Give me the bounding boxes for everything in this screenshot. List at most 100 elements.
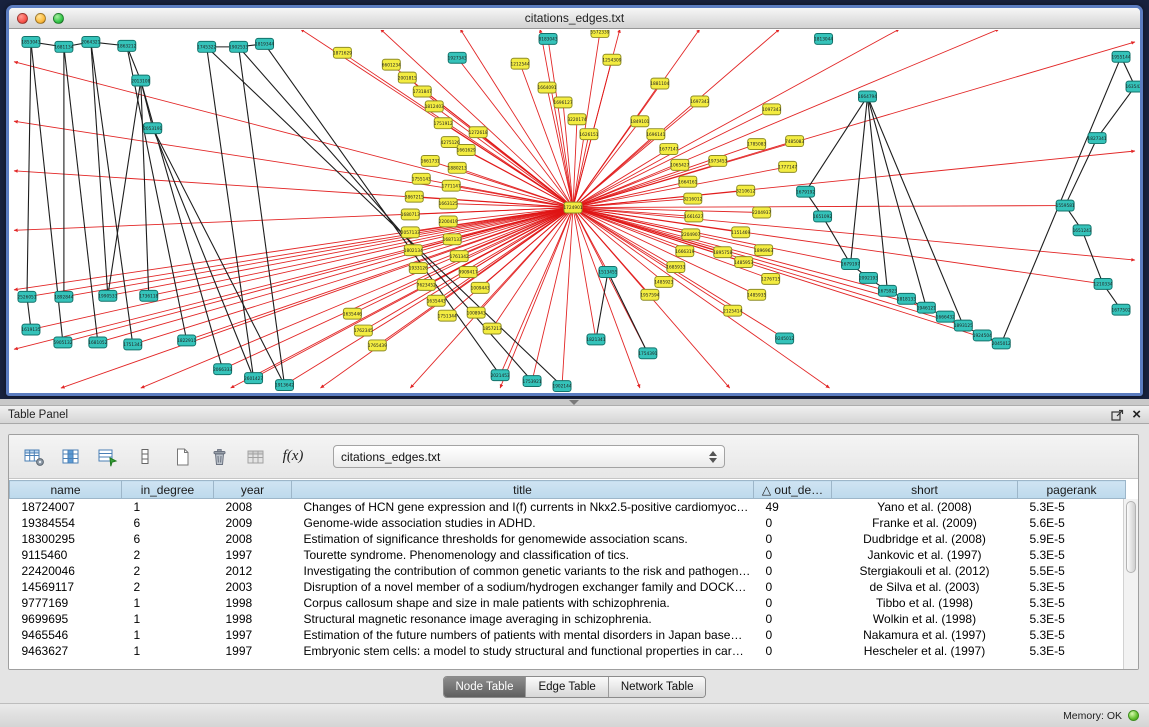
tab-node-table[interactable]: Node Table bbox=[444, 677, 526, 697]
graph-node[interactable]: 1065427 bbox=[670, 159, 689, 170]
graph-node[interactable]: 1619135 bbox=[21, 324, 40, 335]
table-row[interactable]: 2242004622012Investigating the contribut… bbox=[10, 563, 1126, 579]
graph-node[interactable]: 1771147 bbox=[442, 180, 461, 191]
graph-node[interactable]: 3210612 bbox=[736, 185, 755, 196]
close-window-icon[interactable] bbox=[17, 13, 28, 24]
single-column-icon[interactable] bbox=[132, 444, 158, 470]
table-row[interactable]: 946554611997Estimation of the future num… bbox=[10, 627, 1126, 643]
column-header[interactable]: short bbox=[832, 481, 1018, 499]
graph-node[interactable]: 1254309 bbox=[602, 54, 621, 65]
graph-node[interactable]: 2204907 bbox=[681, 229, 700, 240]
graph-node[interactable]: 1626151 bbox=[579, 129, 598, 140]
graph-node[interactable]: 1973453 bbox=[708, 155, 727, 166]
graph-node[interactable]: 1677502 bbox=[1112, 304, 1131, 315]
graph-node[interactable]: 1651092 bbox=[813, 211, 832, 222]
table-row[interactable]: 977716911998Corpus callosum shape and si… bbox=[10, 595, 1126, 611]
graph-node[interactable]: 1685933 bbox=[666, 262, 685, 273]
close-panel-icon[interactable]: × bbox=[1132, 409, 1141, 421]
graph-node[interactable]: 1680713 bbox=[401, 209, 420, 220]
graph-node[interactable]: 1955144 bbox=[1112, 51, 1131, 62]
graph-node[interactable]: 1666432 bbox=[936, 311, 955, 322]
graph-node[interactable]: 1990533 bbox=[98, 290, 117, 301]
graph-node[interactable]: 1755143 bbox=[412, 173, 431, 184]
graph-node[interactable]: 1927343 bbox=[448, 52, 467, 63]
graph-node[interactable]: 1485953 bbox=[734, 257, 753, 268]
graph-node[interactable]: 1661731 bbox=[421, 155, 440, 166]
graph-node[interactable]: 1863212 bbox=[117, 40, 136, 51]
graph-node[interactable]: 1853043 bbox=[21, 36, 40, 47]
graph-node[interactable]: 1635443 bbox=[427, 295, 446, 306]
graph-node[interactable]: 2064321 bbox=[81, 36, 100, 47]
float-panel-icon[interactable] bbox=[1111, 409, 1124, 421]
function-builder-icon[interactable]: f(x) bbox=[280, 444, 306, 470]
graph-node[interactable]: 1762345 bbox=[354, 325, 373, 336]
graph-node[interactable]: 1895758 bbox=[713, 247, 732, 258]
table-row[interactable]: 969969511998Structural magnetic resonanc… bbox=[10, 611, 1126, 627]
column-header[interactable]: year bbox=[214, 481, 292, 499]
graph-node[interactable]: 1754391 bbox=[638, 348, 657, 359]
graph-node[interactable]: 1857213 bbox=[483, 323, 502, 334]
column-header[interactable]: name bbox=[10, 481, 122, 499]
graph-node[interactable]: 1880213 bbox=[448, 162, 467, 173]
graph-node[interactable]: 3220174 bbox=[567, 114, 586, 125]
graph-node[interactable]: 2125414 bbox=[723, 305, 742, 316]
graph-node[interactable]: 2092193 bbox=[859, 272, 878, 283]
zoom-window-icon[interactable] bbox=[53, 13, 64, 24]
graph-node[interactable]: 1485935 bbox=[747, 289, 766, 300]
graph-node[interactable]: 1827341 bbox=[1088, 133, 1107, 144]
graph-node[interactable]: 2200419 bbox=[439, 216, 458, 227]
graph-node[interactable]: 1785083 bbox=[747, 139, 766, 150]
table-disabled-icon[interactable] bbox=[243, 444, 269, 470]
graph-node[interactable]: 1821341 bbox=[586, 334, 605, 345]
graph-node[interactable]: 1881104 bbox=[650, 78, 669, 89]
graph-node[interactable]: 2066333 bbox=[213, 364, 232, 375]
graph-node[interactable]: 1697343 bbox=[690, 96, 709, 107]
column-header[interactable]: title bbox=[292, 481, 754, 499]
graph-node[interactable]: 1761342 bbox=[450, 251, 469, 262]
graph-node[interactable]: 1892844 bbox=[54, 291, 73, 302]
graph-node[interactable]: 2057133 bbox=[401, 227, 420, 238]
minimize-window-icon[interactable] bbox=[35, 13, 46, 24]
graph-node[interactable]: 1751343 bbox=[123, 339, 142, 350]
graph-node[interactable]: 1924504 bbox=[973, 330, 992, 341]
graph-node[interactable]: 2526051 bbox=[17, 291, 36, 302]
graph-node[interactable]: 3216012 bbox=[683, 193, 702, 204]
graph-node[interactable]: 2013108 bbox=[131, 75, 150, 86]
graph-node[interactable]: 1651243 bbox=[1073, 225, 1092, 236]
graph-node[interactable]: 1946121 bbox=[917, 302, 936, 313]
graph-node[interactable]: 1661629 bbox=[457, 145, 476, 156]
graph-node[interactable]: 2045012 bbox=[992, 338, 1011, 349]
graph-node[interactable]: 1681134 bbox=[54, 41, 73, 52]
graph-node[interactable]: 1666319 bbox=[675, 246, 694, 257]
graph-node[interactable]: 1559581 bbox=[1056, 200, 1075, 211]
network-graph-canvas[interactable]: 1853043168113420643211863212174532219025… bbox=[9, 30, 1140, 393]
graph-node[interactable]: 1664794 bbox=[858, 91, 877, 102]
graph-node[interactable]: 2001815 bbox=[398, 72, 417, 83]
graph-node[interactable]: 1679197 bbox=[841, 259, 860, 270]
graph-node[interactable]: 1663125 bbox=[439, 198, 458, 209]
graph-node[interactable]: 5572339 bbox=[590, 30, 609, 37]
graph-node[interactable]: 1677147 bbox=[659, 144, 678, 155]
graph-node[interactable]: 1849101 bbox=[630, 116, 649, 127]
graph-node[interactable]: 1731847 bbox=[413, 86, 432, 97]
graph-node[interactable]: 1513455 bbox=[598, 267, 617, 278]
graph-node[interactable]: 1913642 bbox=[275, 380, 294, 391]
table-row[interactable]: 1830029562008Estimation of significance … bbox=[10, 531, 1126, 547]
graph-node[interactable]: 2601427 bbox=[244, 373, 263, 384]
graph-node[interactable]: 3867215 bbox=[405, 191, 424, 202]
graph-node[interactable]: 1753921 bbox=[523, 376, 542, 387]
graph-node[interactable]: 2053191 bbox=[143, 123, 162, 134]
graph-node[interactable]: 1009443 bbox=[471, 282, 490, 293]
graph-node[interactable]: 1276715 bbox=[761, 273, 780, 284]
table-vertical-scrollbar[interactable] bbox=[1123, 499, 1138, 669]
new-document-icon[interactable] bbox=[169, 444, 195, 470]
graph-node[interactable]: 1896963 bbox=[754, 245, 773, 256]
graph-node[interactable]: 1819344 bbox=[255, 38, 274, 49]
graph-node[interactable]: 1679192 bbox=[796, 186, 815, 197]
graph-node[interactable]: 2021453 bbox=[491, 370, 510, 381]
graph-node[interactable]: 7623452 bbox=[417, 279, 436, 290]
table-row[interactable]: 1938455462009Genome-wide association stu… bbox=[10, 515, 1126, 531]
table-source-select[interactable]: citations_edges.txt bbox=[333, 445, 725, 468]
graph-node[interactable]: 1664091 bbox=[538, 82, 557, 93]
graph-node[interactable]: 1736118 bbox=[139, 290, 158, 301]
